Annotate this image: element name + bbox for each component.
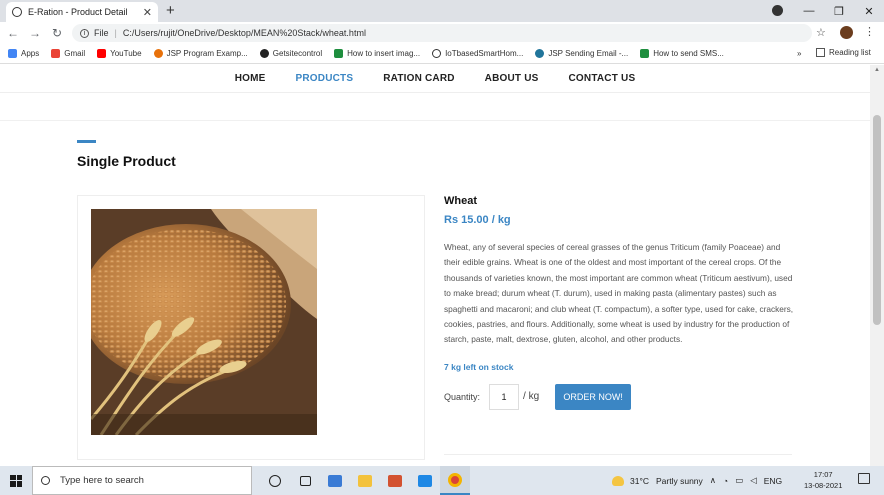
bookmark-iot-smart-home[interactable]: IoTbasedSmartHom... [432, 49, 523, 58]
nav-products[interactable]: PRODUCTS [296, 73, 354, 84]
task-view-icon[interactable] [290, 466, 320, 495]
cortana-icon[interactable] [260, 466, 290, 495]
tray-chevron-icon[interactable]: ∧ [710, 475, 716, 486]
bookmark-send-sms[interactable]: How to send SMS... [640, 49, 724, 58]
site-icon [153, 49, 163, 58]
system-tray: 31°C Partly sunny ∧ ◔ ▭ ◁ ENG [612, 466, 789, 495]
url-separator: | [114, 28, 117, 38]
tab-title: E-Ration - Product Detail [28, 7, 128, 17]
file-explorer-icon[interactable] [350, 466, 380, 495]
order-now-button[interactable]: ORDER NOW! [555, 383, 632, 410]
site-navbar: HOME PRODUCTS RATION CARD ABOUT US CONTA… [0, 65, 870, 93]
clock-date: 13-08-2021 [804, 481, 843, 490]
browser-toolbar: ← → ↻ i File | C:/Users/rujit/OneDrive/D… [0, 22, 884, 44]
close-window-icon[interactable]: ✕ [854, 5, 884, 18]
quantity-unit: / kg [523, 391, 540, 403]
weather-temp[interactable]: 31°C [630, 476, 649, 486]
window-controls: — ❐ ✕ [794, 0, 884, 22]
vscode-icon[interactable] [410, 466, 440, 495]
section-title: Single Product [77, 153, 176, 169]
browser-tab[interactable]: E-Ration - Product Detail ✕ [6, 2, 158, 22]
reading-list-button[interactable]: Reading list [816, 48, 871, 57]
nav-ration-card[interactable]: RATION CARD [383, 73, 454, 84]
reading-list-icon [816, 48, 825, 57]
wordpress-icon [535, 49, 545, 58]
profile-avatar[interactable] [840, 26, 853, 39]
product-description: Wheat, any of several species of cereal … [444, 242, 794, 345]
quantity-row: Quantity: / kg ORDER NOW! [444, 383, 794, 410]
globe-icon [432, 49, 442, 58]
bookmark-apps[interactable]: Apps [8, 49, 39, 58]
page-scrollbar[interactable]: ▲ [870, 65, 884, 466]
site-icon [259, 49, 269, 58]
edge-icon[interactable] [320, 466, 350, 495]
product-image-card [77, 195, 425, 460]
bookmark-youtube[interactable]: YouTube [97, 49, 142, 58]
reload-icon[interactable]: ↻ [48, 26, 66, 40]
section-accent-bar [77, 140, 96, 143]
notification-icon[interactable] [858, 473, 870, 484]
product-price: Rs 15.00 / kg [444, 214, 511, 226]
scroll-up-icon[interactable]: ▲ [874, 67, 880, 73]
scrollbar-thumb[interactable] [873, 115, 881, 325]
nav-about-us[interactable]: ABOUT US [485, 73, 539, 84]
header-band [0, 94, 870, 121]
taskbar-clock[interactable]: 17:07 13-08-2021 [804, 469, 842, 491]
search-icon [41, 476, 50, 485]
taskbar-search-placeholder: Type here to search [60, 475, 144, 486]
globe-icon [12, 7, 22, 17]
youtube-icon [97, 49, 107, 58]
more-bookmarks-button[interactable]: » [797, 49, 801, 58]
taskbar-search[interactable]: Type here to search [32, 466, 252, 495]
forward-arrow-icon[interactable]: → [26, 26, 44, 40]
product-name: Wheat [444, 195, 477, 207]
network-icon[interactable]: ◔ [723, 476, 728, 486]
start-button[interactable] [0, 474, 32, 487]
stock-status: 7 kg left on stock [444, 361, 514, 372]
bookmark-getsitecontrol[interactable]: Getsitecontrol [259, 49, 322, 58]
detail-divider [444, 454, 792, 455]
taskbar-apps [260, 466, 470, 495]
address-bar[interactable]: i File | C:/Users/rujit/OneDrive/Desktop… [72, 24, 812, 42]
product-details: Wheat Rs 15.00 / kg Wheat, any of severa… [444, 195, 794, 410]
new-tab-button[interactable]: + [166, 2, 175, 20]
site-icon [334, 49, 344, 58]
more-menu-icon[interactable]: ⋮ [864, 25, 875, 38]
nav-contact-us[interactable]: CONTACT US [569, 73, 636, 84]
quantity-label: Quantity: [444, 391, 481, 402]
weather-icon [612, 475, 624, 486]
weather-desc[interactable]: Partly sunny [656, 476, 703, 486]
apps-grid-icon [8, 49, 17, 58]
windows-logo-icon [10, 474, 22, 487]
bookmark-insert-image[interactable]: How to insert imag... [334, 49, 420, 58]
tab-search-icon[interactable] [772, 5, 783, 16]
wheat-illustration [91, 209, 317, 435]
gmail-icon [51, 49, 61, 58]
minimize-icon[interactable]: — [794, 5, 824, 17]
clock-time: 17:07 [813, 470, 833, 479]
close-tab-icon[interactable]: ✕ [143, 6, 152, 19]
chrome-icon[interactable] [440, 466, 470, 495]
browser-tab-strip: E-Ration - Product Detail ✕ + — ❐ ✕ [0, 0, 884, 22]
back-arrow-icon[interactable]: ← [4, 26, 22, 40]
site-icon [640, 49, 650, 58]
bookmark-jsp-program[interactable]: JSP Program Examp... [153, 49, 248, 58]
nav-home[interactable]: HOME [235, 73, 266, 84]
language-indicator[interactable]: ENG [764, 476, 782, 486]
product-image [91, 209, 317, 435]
battery-icon[interactable]: ▭ [735, 475, 743, 486]
web-page: HOME PRODUCTS RATION CARD ABOUT US CONTA… [0, 65, 870, 466]
info-icon[interactable]: i [80, 28, 89, 38]
restore-icon[interactable]: ❐ [824, 5, 854, 18]
url-scheme: File [94, 28, 109, 38]
url-text[interactable]: C:/Users/rujit/OneDrive/Desktop/MEAN%20S… [123, 28, 366, 38]
bookmarks-bar: Apps Gmail YouTube JSP Program Examp... … [0, 44, 884, 64]
bookmark-jsp-email[interactable]: JSP Sending Email -... [535, 49, 628, 58]
volume-icon[interactable]: ◁ [750, 475, 757, 486]
powerpoint-icon[interactable] [380, 466, 410, 495]
quantity-input[interactable] [489, 383, 520, 410]
bookmark-star-icon[interactable]: ☆ [816, 26, 826, 39]
bookmark-gmail[interactable]: Gmail [51, 49, 85, 58]
